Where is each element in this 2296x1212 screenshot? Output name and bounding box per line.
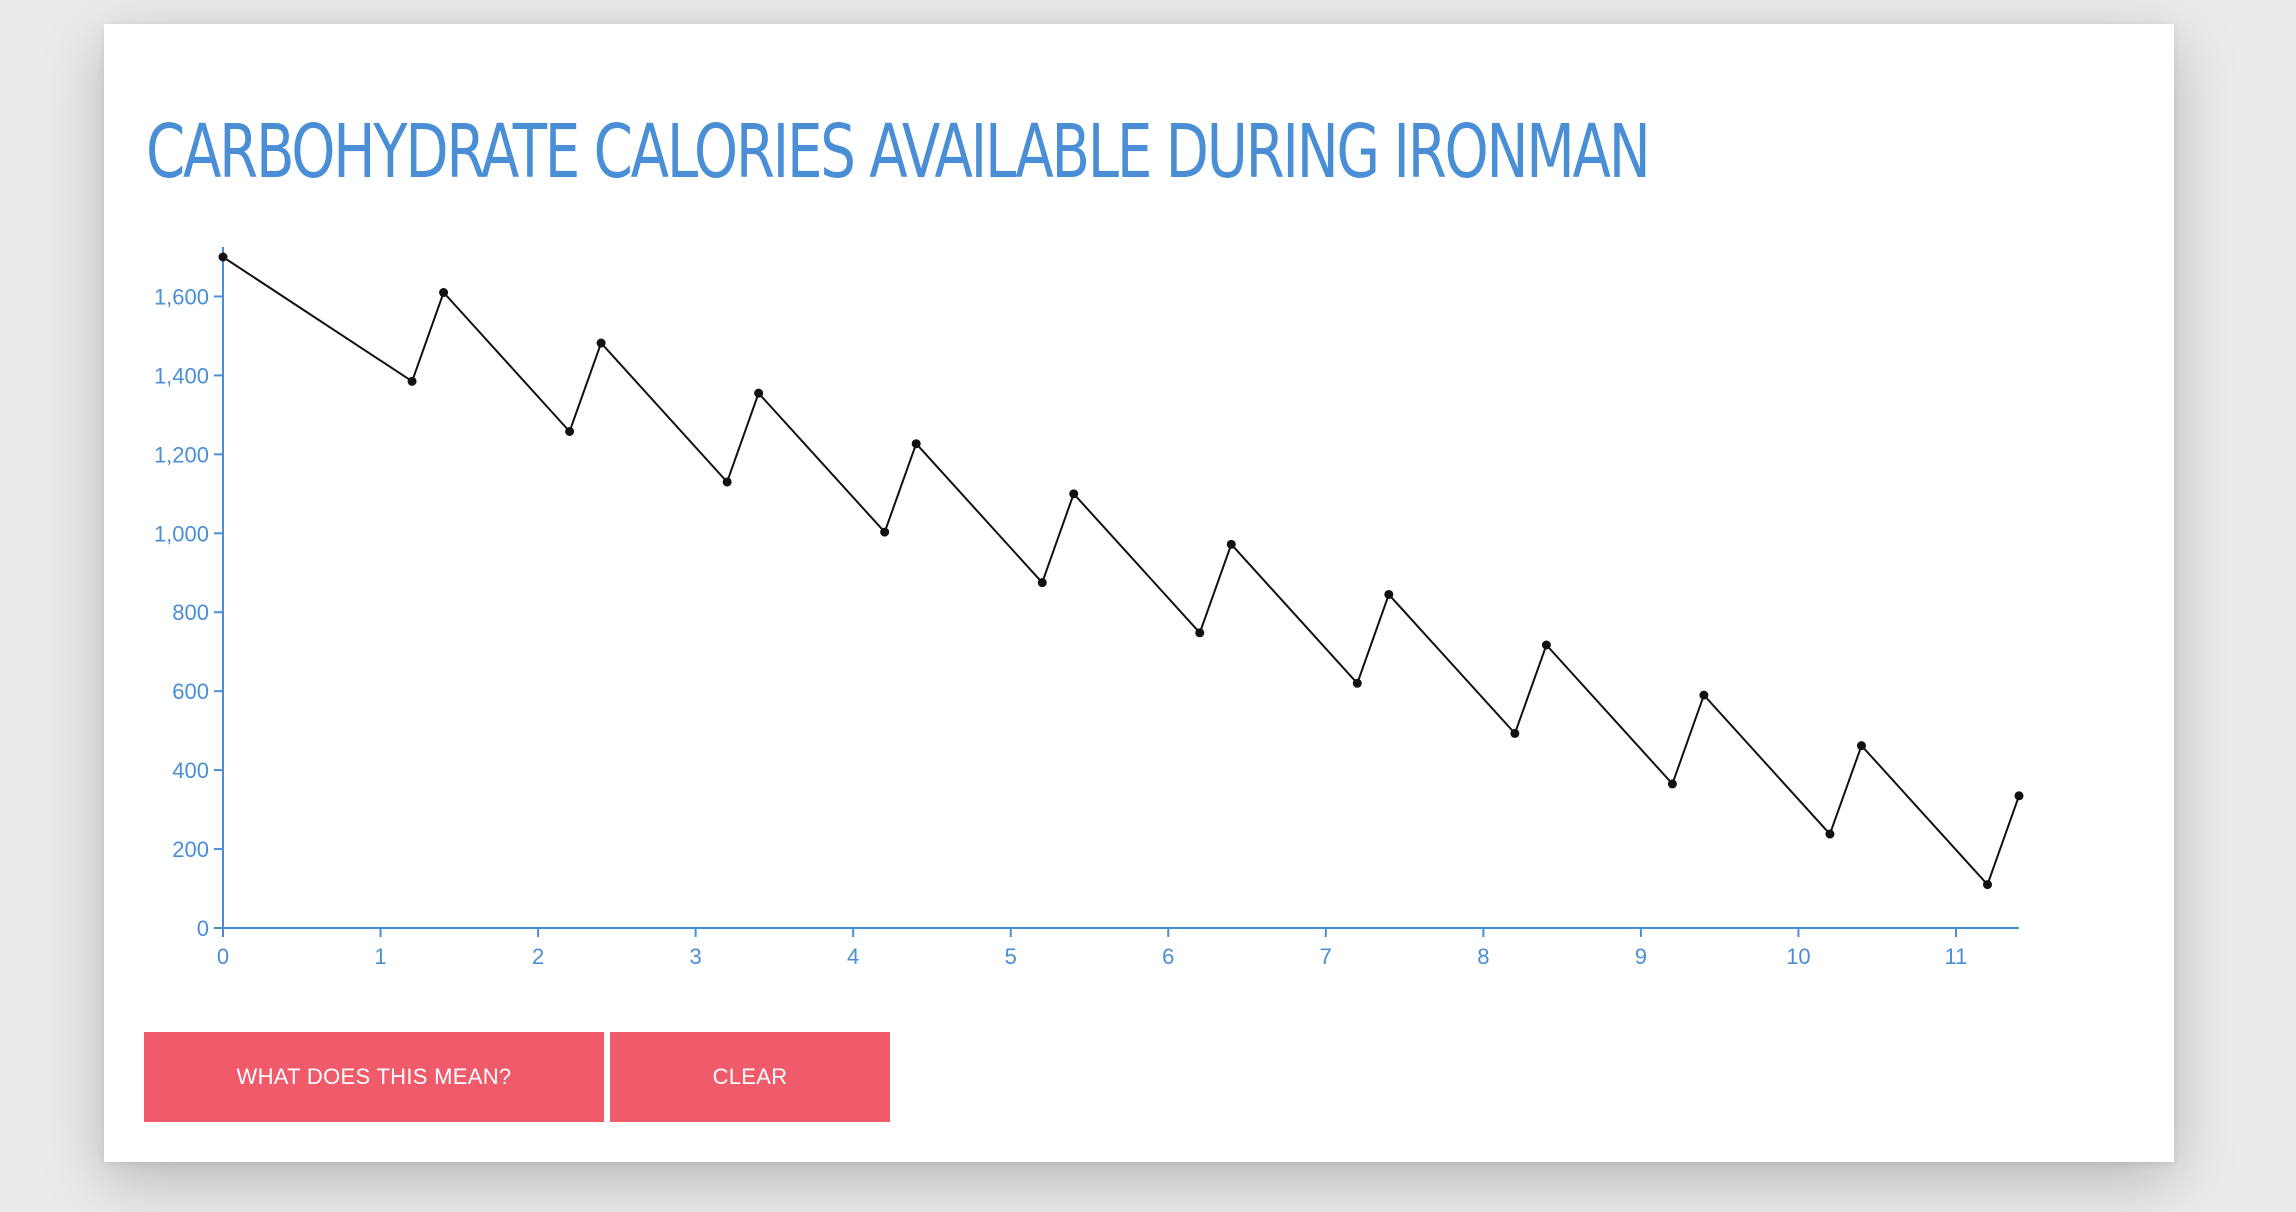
x-tick-label: 9 xyxy=(1635,944,1647,969)
x-tick-label: 6 xyxy=(1162,944,1174,969)
data-point xyxy=(1825,829,1835,839)
y-tick-label: 1,400 xyxy=(154,363,209,388)
data-point xyxy=(1352,678,1362,688)
y-tick-label: 1,200 xyxy=(154,442,209,467)
chart-card: CARBOHYDRATE CALORIES AVAILABLE DURING I… xyxy=(104,24,2174,1162)
x-tick-label: 5 xyxy=(1005,944,1017,969)
data-point xyxy=(218,252,228,262)
x-tick-label: 11 xyxy=(1945,944,1968,969)
series-layer xyxy=(218,252,2024,890)
clear-button[interactable]: CLEAR xyxy=(610,1032,890,1122)
data-point xyxy=(596,338,606,348)
y-tick-label: 200 xyxy=(172,837,209,862)
data-point xyxy=(754,388,764,398)
x-tick-label: 1 xyxy=(374,944,386,969)
data-point xyxy=(1510,728,1520,738)
data-point xyxy=(1541,640,1551,650)
data-point xyxy=(880,527,890,537)
y-tick-label: 1,000 xyxy=(154,521,209,546)
x-tick-label: 8 xyxy=(1477,944,1489,969)
x-tick-label: 10 xyxy=(1786,944,1810,969)
x-tick-label: 2 xyxy=(532,944,544,969)
y-tick-label: 800 xyxy=(172,600,209,625)
data-point xyxy=(1226,539,1236,549)
x-tick-label: 0 xyxy=(217,944,229,969)
x-tick-label: 4 xyxy=(847,944,859,969)
x-tick-label: 3 xyxy=(690,944,702,969)
what-does-this-mean-button[interactable]: WHAT DOES THIS MEAN? xyxy=(144,1032,604,1122)
y-tick-label: 0 xyxy=(197,916,209,941)
data-point xyxy=(407,376,417,386)
x-axis: 0 1 2 3 4 5 6 7 8 9 10 11 xyxy=(217,927,2019,969)
data-point xyxy=(1699,690,1709,700)
data-point xyxy=(439,288,449,298)
data-point xyxy=(2014,791,2024,801)
y-axis: 0 200 400 600 800 1,000 1,200 1,400 1,600 xyxy=(154,247,224,941)
data-point xyxy=(1667,779,1677,789)
y-tick-label: 400 xyxy=(172,758,209,783)
data-point xyxy=(911,439,921,449)
line-chart: 0 200 400 600 800 1,000 1,200 1,400 1,600 0 1 2 3 4 5… xyxy=(154,247,2024,969)
data-point xyxy=(722,477,732,487)
data-point xyxy=(1037,578,1047,588)
y-tick-label: 600 xyxy=(172,679,209,704)
data-point xyxy=(1069,489,1079,499)
y-tick-label: 1,600 xyxy=(154,284,209,309)
data-point xyxy=(565,426,575,436)
data-point xyxy=(1195,628,1205,638)
x-tick-label: 7 xyxy=(1320,944,1332,969)
series-line xyxy=(222,256,2020,887)
data-point xyxy=(1982,880,1992,890)
data-point xyxy=(1856,741,1866,751)
data-point xyxy=(1384,589,1394,599)
